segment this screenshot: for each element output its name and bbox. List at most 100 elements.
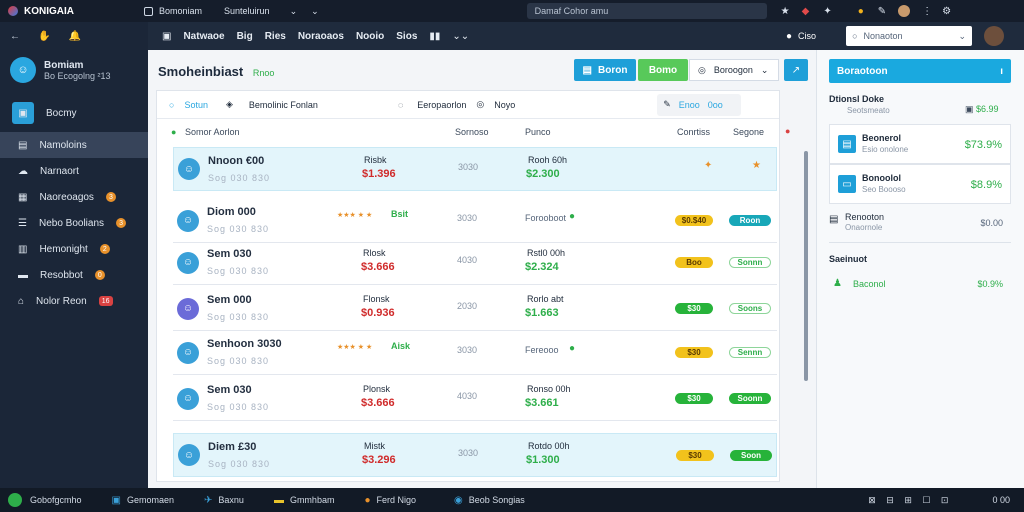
row-star-icon[interactable]: ★: [752, 160, 761, 171]
taskbar-item[interactable]: Gobofgcmho: [30, 495, 82, 505]
row-status-badge[interactable]: Sennn: [729, 347, 771, 358]
share-button[interactable]: ↗: [784, 59, 808, 81]
info-card-2[interactable]: ▭ Bonoolol Seo Boooso $8.9%: [829, 164, 1011, 204]
sidebar-item-5[interactable]: ☰ Nebo Boolians 3: [0, 210, 148, 236]
settings-icon[interactable]: ⚙: [942, 6, 951, 17]
chevron-down-icon[interactable]: ⌄⌄: [452, 31, 469, 42]
folder-icon[interactable]: ▬: [274, 495, 284, 506]
menu-item[interactable]: Big: [237, 31, 253, 42]
menu-item[interactable]: Noraoaos: [298, 31, 344, 42]
table-row[interactable]: ☺ Senhoon 3030 Sog 030 830 ★★★ ★ ★ Aisk 3030 F…: [173, 331, 777, 375]
table-header: ● Somor Aorlon Sornoso Punco Conrtiss Se…: [157, 123, 790, 141]
header-name[interactable]: Somor Aorlon: [185, 127, 240, 137]
filter-c[interactable]: Noyo: [494, 100, 515, 110]
browser-icon[interactable]: ◉: [454, 495, 463, 506]
window-icon[interactable]: ▣: [112, 495, 121, 506]
row-avatar-icon: ☺: [177, 387, 199, 410]
table-row[interactable]: ☺ Sem 030 Sog 030 830 Plonsk $3.666 4030 Ronso…: [173, 377, 777, 421]
row-status-badge[interactable]: Soonn: [729, 393, 771, 404]
sidebar-item-8[interactable]: ⌂ Nolor Reon 16: [0, 288, 148, 314]
puzzle-icon[interactable]: ✦: [823, 6, 831, 17]
table-row[interactable]: ☺ Nnoon €00 Sog 030 830 Risbk $1.396 3030 Rooh…: [173, 147, 777, 191]
settings-icon[interactable]: ●: [785, 126, 790, 136]
shield-icon[interactable]: ◆: [802, 6, 810, 17]
row-meta: Rstl0 00h: [527, 248, 566, 258]
row-status-badge[interactable]: Soons: [729, 303, 771, 314]
extension-icon[interactable]: ●: [858, 6, 864, 17]
taskbar-item[interactable]: Gmmhbam: [290, 495, 335, 505]
secondary-button-label: Bomo: [648, 64, 678, 76]
summary-row[interactable]: ♟ Baconol $0.9%: [829, 276, 1011, 294]
more-icon[interactable]: ⋮: [922, 6, 932, 17]
chevron-down-icon[interactable]: ⌄: [290, 6, 298, 17]
avatar[interactable]: [898, 5, 911, 17]
bird-icon[interactable]: ✈: [204, 495, 212, 506]
chat-icon[interactable]: ●: [786, 31, 792, 42]
hand-icon[interactable]: ✋: [38, 31, 50, 42]
row-status-badge[interactable]: Sonnn: [729, 257, 771, 268]
select-all-icon[interactable]: ●: [171, 127, 176, 137]
primary-button[interactable]: ▤ Boron: [574, 59, 636, 81]
right-header-button[interactable]: Boraotoon ı: [829, 59, 1011, 83]
section-title: Dtionsl Doke: [829, 94, 885, 104]
summary-amount: $0.9%: [977, 279, 1003, 289]
filter-search-value[interactable]: Sotun: [184, 100, 208, 110]
sidebar-item-6[interactable]: ▥ Hemonight 2: [0, 236, 148, 262]
summary-title: Saeinuot: [829, 254, 868, 264]
card-title: Bonoolol: [862, 173, 901, 183]
sidebar-item-2[interactable]: ▤ Namoloins: [0, 132, 148, 158]
extra-row[interactable]: ▤ Renooton Onaornole $0.00: [829, 210, 1011, 236]
globe-icon[interactable]: ●: [364, 495, 370, 506]
sort-select[interactable]: ◎ Boroogon ⌄: [689, 59, 779, 81]
tab-2[interactable]: Sunteluirun: [224, 6, 270, 16]
header-status[interactable]: Sornoso: [455, 127, 489, 137]
sidebar-item-7[interactable]: ▬ Resobbot 0: [0, 262, 148, 288]
menu-item[interactable]: Ries: [265, 31, 286, 42]
sidebar-item-3[interactable]: ☁ Narnaort: [0, 158, 148, 184]
sidebar-item-1[interactable]: ▣ Bocmy: [0, 100, 148, 126]
tray-icons[interactable]: ⊠ ⊟ ⊞ ☐ ⊡: [868, 495, 952, 506]
tab-1[interactable]: Bomoniam: [159, 6, 202, 16]
sidebar-profile[interactable]: ☺ Bomiam Bo Ecogolng ²13: [0, 50, 148, 90]
menu-item[interactable]: Sios: [396, 31, 417, 42]
header-priority[interactable]: Conrtiss: [677, 127, 710, 137]
filter-a[interactable]: Bemolinic Fonlan: [249, 100, 318, 110]
star-icon[interactable]: ★: [781, 6, 790, 17]
bell-icon[interactable]: 🔔: [68, 31, 80, 42]
row-code: 3030: [457, 345, 478, 355]
sidebar-item-4[interactable]: ▦ Naoreoagos 3: [0, 184, 148, 210]
address-bar[interactable]: Damaf Cohor amu: [526, 3, 767, 19]
divider: [829, 242, 1011, 243]
taskbar-item[interactable]: Beob Songias: [469, 495, 525, 505]
table-row[interactable]: ☺ Diem £30 Sog 030 830 Mistk $3.296 3030 Rotdo…: [173, 433, 777, 477]
filter-b[interactable]: Eeropaorlon: [417, 100, 466, 110]
row-name: Nnoon €00: [208, 155, 265, 167]
header-stage[interactable]: Segone: [733, 127, 764, 137]
back-arrow-icon[interactable]: ←: [10, 31, 20, 42]
table-row[interactable]: ☺ Sem 030 Sog 030 830 Rlosk $3.666 4030 Rstl0 …: [173, 241, 777, 285]
menu-item[interactable]: Nooio: [356, 31, 384, 42]
scrollbar[interactable]: [804, 151, 808, 381]
pin-icon[interactable]: ✎: [878, 6, 886, 17]
row-status-badge[interactable]: Roon: [729, 215, 771, 226]
action-button[interactable]: ✎ Enoo 0oo: [657, 93, 742, 116]
table-row[interactable]: ☺ Sem 000 Sog 030 830 Flonsk $0.936 2030 Rorlo…: [173, 287, 777, 331]
row-code: 2030: [457, 301, 478, 311]
search-box[interactable]: ○ Nonaoton ⌄: [846, 26, 973, 46]
menu-icon[interactable]: ▣: [162, 31, 171, 42]
row-status-badge[interactable]: Soon: [730, 450, 772, 461]
taskbar-item[interactable]: Gemomaen: [127, 495, 174, 505]
book-icon[interactable]: ▮▮: [429, 31, 440, 42]
row-pin-icon[interactable]: ✦: [704, 160, 712, 171]
menu-item[interactable]: Natwaoe: [183, 31, 224, 42]
header-date[interactable]: Punco: [525, 127, 551, 137]
chevron-down-icon-2[interactable]: ⌄: [311, 6, 319, 17]
start-icon[interactable]: [8, 493, 22, 507]
row-avatar-icon: ☺: [177, 297, 199, 320]
taskbar-item[interactable]: Ferd Nigo: [377, 495, 417, 505]
taskbar-item[interactable]: Baxnu: [218, 495, 244, 505]
table-row[interactable]: ☺ Diom 000 Sog 030 830 ★★★ ★ ★ Bsit 3030 Foroo…: [173, 199, 777, 243]
secondary-button[interactable]: Bomo: [638, 59, 688, 81]
user-avatar[interactable]: [984, 26, 1005, 46]
info-card-1[interactable]: ▤ Beonerol Esio onolone $73.9%: [829, 124, 1011, 164]
